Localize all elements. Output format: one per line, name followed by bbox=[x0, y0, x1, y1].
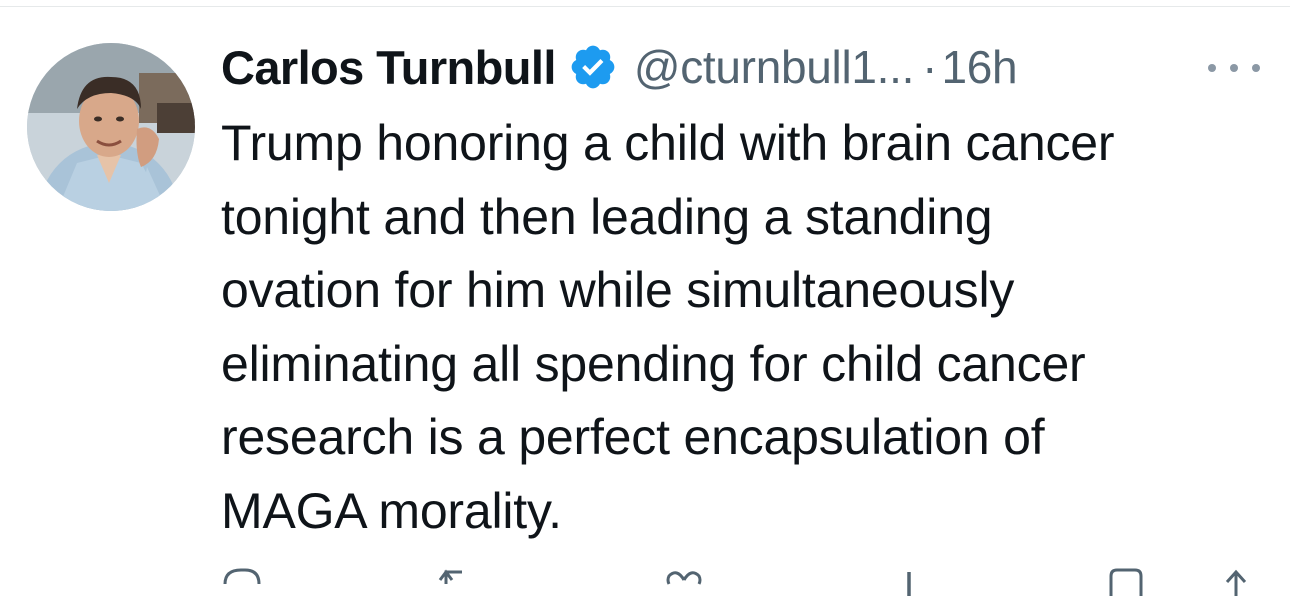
more-horizontal-icon[interactable] bbox=[1208, 58, 1260, 78]
tweet-text: Trump honoring a child with brain cancer… bbox=[221, 107, 1281, 549]
tweet-text-line: MAGA morality. bbox=[221, 482, 562, 539]
verified-badge-icon bbox=[568, 42, 618, 92]
tweet-text-line: ovation for him while simultaneously bbox=[221, 262, 1015, 319]
share-icon[interactable] bbox=[1215, 566, 1257, 596]
tweet-text-line: tonight and then leading a standing bbox=[221, 188, 993, 245]
separator-dot: · bbox=[922, 41, 938, 93]
display-name[interactable]: Carlos Turnbull bbox=[221, 40, 556, 95]
tweet[interactable]: Carlos Turnbull @cturnbull1... · 16h Tru… bbox=[0, 0, 1290, 596]
profile-photo bbox=[27, 43, 195, 211]
views-icon[interactable] bbox=[889, 566, 931, 596]
tweet-header: Carlos Turnbull @cturnbull1... · 16h bbox=[221, 36, 1018, 98]
reply-icon[interactable] bbox=[221, 566, 263, 596]
like-icon[interactable] bbox=[663, 566, 705, 596]
retweet-icon[interactable] bbox=[436, 566, 478, 596]
avatar[interactable] bbox=[27, 43, 195, 211]
timestamp[interactable]: 16h bbox=[941, 40, 1017, 94]
tweet-text-line: research is a perfect encapsulation of bbox=[221, 409, 1045, 466]
action-bar bbox=[221, 566, 1261, 596]
tweet-text-line: eliminating all spending for child cance… bbox=[221, 335, 1086, 392]
handle[interactable]: @cturnbull1... bbox=[634, 40, 915, 94]
bookmark-icon[interactable] bbox=[1105, 566, 1147, 596]
tweet-text-line: Trump honoring a child with brain cancer bbox=[221, 115, 1115, 171]
